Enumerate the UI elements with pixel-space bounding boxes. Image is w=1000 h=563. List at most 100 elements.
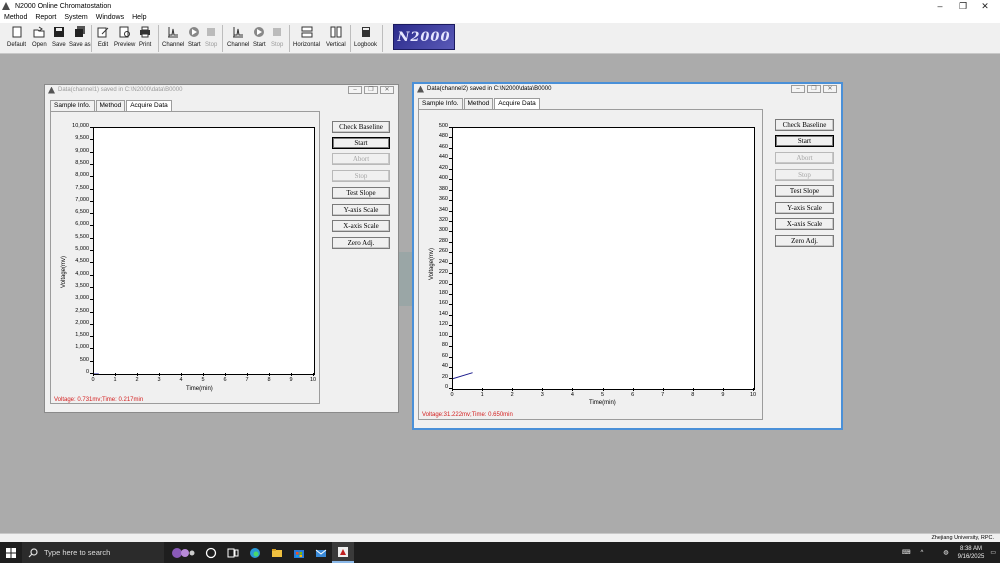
n2000-taskbar-icon[interactable] — [332, 542, 354, 563]
menu-help[interactable]: Help — [128, 12, 150, 23]
abort-button[interactable]: Abort — [332, 153, 390, 165]
window-icon — [417, 85, 424, 93]
y-tick-label: 40 — [441, 363, 448, 370]
printer-icon — [139, 26, 151, 38]
file-explorer-icon[interactable] — [266, 542, 288, 563]
channel2-button[interactable]: Channel — [227, 23, 249, 54]
y-axis-scale-button[interactable]: Y-axis Scale — [775, 202, 834, 214]
globe-icon[interactable]: ◍ — [943, 549, 948, 556]
horizontal-button[interactable]: Horizontal — [293, 23, 320, 54]
channel1-button[interactable]: Channel — [162, 23, 184, 54]
y-tick-mark — [449, 283, 452, 285]
start1-button[interactable]: Start — [188, 23, 201, 54]
x-tick-mark — [93, 373, 94, 376]
x-tick-label: 0 — [91, 377, 95, 383]
mail-icon[interactable] — [310, 542, 332, 563]
abort-button[interactable]: Abort — [775, 152, 834, 164]
minimize-icon[interactable]: – — [348, 86, 362, 94]
x-axis-scale-button[interactable]: X-axis Scale — [775, 218, 834, 230]
zero-adj-button[interactable]: Zero Adj. — [775, 235, 834, 247]
tab-sample-info[interactable]: Sample Info. — [50, 100, 95, 111]
x-tick-mark — [203, 373, 204, 376]
x-tick-mark — [247, 373, 248, 376]
y-tick-label: 6,500 — [75, 209, 89, 216]
y-tick-label: 380 — [438, 185, 448, 192]
y-tick-label: 5,000 — [75, 246, 89, 252]
menu-report[interactable]: Report — [31, 12, 60, 23]
open-folder-icon — [33, 26, 45, 38]
start2-button[interactable]: Start — [253, 23, 266, 54]
default-button[interactable]: Default — [7, 23, 26, 54]
cortana-icon[interactable] — [200, 542, 222, 563]
check-baseline-button[interactable]: Check Baseline — [775, 119, 834, 131]
save-as-button[interactable]: Save as — [69, 23, 91, 54]
stop2-button[interactable]: Stop — [271, 23, 283, 54]
menubar: Method Report System Windows Help — [0, 12, 1000, 23]
start-button[interactable]: Start — [775, 135, 834, 147]
widgets-icon[interactable] — [164, 542, 200, 563]
open-button[interactable]: Open — [32, 23, 47, 54]
tab-sample-info[interactable]: Sample Info. — [418, 98, 463, 109]
minimize-icon[interactable]: – — [791, 85, 805, 93]
edit-button[interactable]: Edit — [97, 23, 109, 54]
edge-icon[interactable] — [244, 542, 266, 563]
y-tick-label: 460 — [438, 143, 448, 150]
tab-method[interactable]: Method — [95, 100, 126, 111]
x-tick-label: 3 — [540, 392, 544, 398]
stop1-button[interactable]: Stop — [205, 23, 217, 54]
taskbar-search-box[interactable]: Type here to search — [22, 542, 164, 563]
taskbar-clock[interactable]: 8:38 AM 9/16/2025 — [958, 545, 985, 561]
n2000-logo: N2000 — [393, 24, 455, 50]
preview-button[interactable]: Preview — [114, 23, 135, 54]
task-view-icon[interactable] — [222, 542, 244, 563]
test-slope-button[interactable]: Test Slope — [775, 185, 834, 197]
y-tick-mark — [90, 163, 93, 165]
stop-button[interactable]: Stop — [332, 170, 390, 182]
y-tick-label: 360 — [438, 196, 448, 203]
notification-icon[interactable]: ▭ — [990, 549, 996, 556]
y-tick-label: 100 — [438, 331, 448, 338]
close-icon[interactable]: ✕ — [380, 86, 394, 94]
stop-button[interactable]: Stop — [775, 169, 834, 181]
x-tick-mark — [137, 373, 138, 376]
logbook-button[interactable]: Logbook — [354, 23, 377, 54]
x-tick-mark — [159, 373, 160, 376]
channel1-tabs: Sample Info. Method Acquire Data — [50, 100, 173, 111]
y-tick-label: 400 — [438, 175, 448, 182]
check-baseline-button[interactable]: Check Baseline — [332, 121, 390, 133]
vertical-button[interactable]: Vertical — [326, 23, 346, 54]
toolbar-separator — [158, 25, 159, 52]
tab-acquire-data[interactable]: Acquire Data — [126, 100, 172, 111]
close-icon[interactable]: ✕ — [970, 0, 1000, 12]
y-tick-label: 480 — [438, 133, 448, 140]
x-tick-label: 10 — [309, 377, 317, 383]
y-tick-mark — [449, 356, 452, 358]
y-tick-mark — [449, 189, 452, 191]
x-axis-scale-button[interactable]: X-axis Scale — [332, 220, 390, 232]
restore-icon[interactable]: ❐ — [364, 86, 378, 94]
print-button[interactable]: Print — [139, 23, 151, 54]
store-icon[interactable] — [288, 542, 310, 563]
close-icon[interactable]: ✕ — [823, 85, 837, 93]
toolbar-separator — [382, 25, 383, 52]
zero-adj-button[interactable]: Zero Adj. — [332, 237, 390, 249]
y-axis-scale-button[interactable]: Y-axis Scale — [332, 204, 390, 216]
keyboard-icon[interactable]: ⌨ — [902, 549, 911, 556]
toolbar-separator — [222, 25, 223, 52]
menu-windows[interactable]: Windows — [92, 12, 128, 23]
start-button[interactable]: Start — [332, 137, 390, 149]
x-tick-mark — [482, 388, 484, 391]
y-tick-label: 8,000 — [75, 172, 89, 179]
y-tick-mark — [449, 210, 452, 212]
save-button[interactable]: Save — [52, 23, 66, 54]
menu-system[interactable]: System — [60, 12, 91, 23]
tab-method[interactable]: Method — [463, 98, 494, 109]
test-slope-button[interactable]: Test Slope — [332, 187, 390, 199]
tab-acquire-data[interactable]: Acquire Data — [494, 98, 540, 109]
start-icon — [188, 26, 200, 38]
y-tick-mark — [449, 262, 452, 264]
windows-start-button[interactable] — [0, 542, 22, 563]
restore-icon[interactable]: ❐ — [807, 85, 821, 93]
chevron-up-icon[interactable]: ^ — [921, 550, 924, 556]
menu-method[interactable]: Method — [0, 12, 31, 23]
